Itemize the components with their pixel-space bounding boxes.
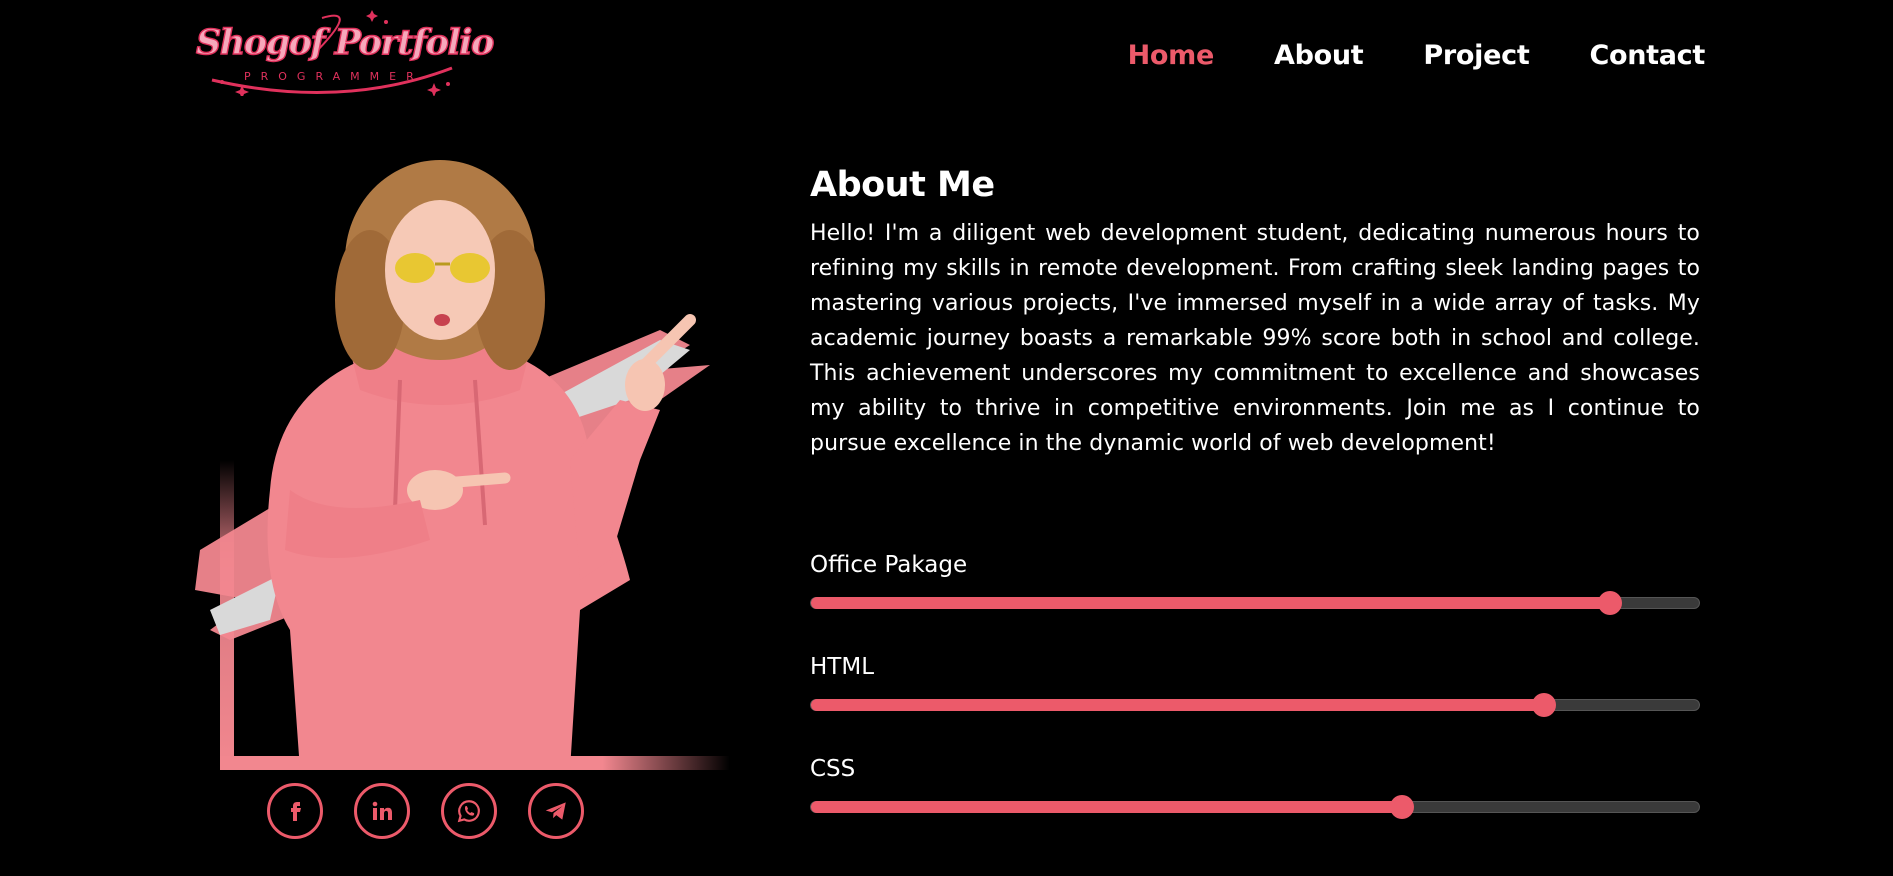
linkedin-button[interactable] [354,783,410,839]
facebook-icon [291,802,301,821]
brand-title: Shogof Portfolio [195,21,495,63]
skill-label: Office Pakage [810,552,968,578]
skill-progress-fill [811,597,1611,609]
about-paragraph: Hello! I'm a diligent web development st… [810,221,1700,456]
telegram-button[interactable] [528,783,584,839]
skill-slider-thumb[interactable] [1389,795,1414,819]
skill-slider-thumb[interactable] [1598,591,1623,615]
skill-label: HTML [810,654,875,680]
profile-photo [190,160,770,780]
whatsapp-button[interactable] [441,783,497,839]
skill-css: CSS [810,756,1700,819]
facebook-button[interactable] [267,783,323,839]
linkedin-icon [372,801,392,820]
skill-progress-track [810,693,1700,717]
whatsapp-icon [457,800,480,823]
brand-logo[interactable]: Shogof Portfolio PROGRAMMER [192,10,495,96]
skill-html: HTML [810,654,1700,717]
skill-office-pakage: Office Pakage [810,552,1700,615]
telegram-icon [545,802,566,820]
skill-progress-fill [811,699,1544,711]
skill-progress-track [810,795,1700,819]
social-links [267,783,584,839]
skill-slider-thumb[interactable] [1531,693,1556,717]
skill-progress-fill [811,801,1402,813]
skill-label: CSS [810,756,856,782]
about-title: About Me [810,165,995,205]
nav-project[interactable]: Project [1423,40,1529,71]
nav-home[interactable]: Home [1128,40,1215,71]
nav-about[interactable]: About [1274,40,1364,71]
nav-contact[interactable]: Contact [1589,40,1705,71]
skill-progress-track [810,591,1700,615]
main-nav: Home About Project Contact [1128,40,1706,71]
brand-subtitle: PROGRAMMER [244,70,424,83]
